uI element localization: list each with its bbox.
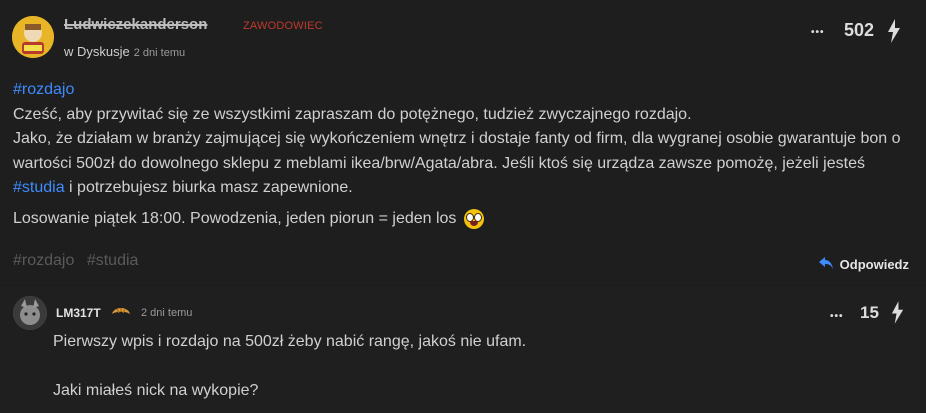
post-tags: #rozdajo #studia [13,252,146,270]
comment-username[interactable]: LM317T [56,306,101,320]
post-time: 2 dni temu [133,47,186,59]
post-paragraph-1: Cześć, aby przywitać się ze wszystkimi z… [13,105,692,123]
comment-item: LM317T 2 dni temu ••• 15 Pierwszy wpis i… [0,286,926,413]
entry-post: Ludwiczekanderson ZAWODOWIEC w Dyskusje 2… [0,0,926,285]
ellipsis-icon: ••• [811,27,825,38]
footer-tag-rozdajo[interactable]: #rozdajo [13,252,74,269]
post-username[interactable]: Ludwiczekanderson [64,16,207,33]
comment-avatar-image [13,296,47,330]
user-rank: ZAWODOWIEC [243,20,323,32]
post-vote-count: 502 [844,20,875,40]
user-avatar[interactable] [12,16,54,58]
lightning-icon[interactable] [890,301,905,324]
comment-line-1: Pierwszy wpis i rozdajo na 500zł żeby na… [53,333,527,350]
hashtag-link[interactable]: #rozdajo [13,81,74,98]
post-paragraph-2: Jako, że działam w branży zajmującej się… [13,127,913,201]
comment-more-button[interactable]: ••• [830,306,844,324]
reply-label: Odpowiedz [839,256,909,272]
post-paragraph-3: Losowanie piątek 18:00. Powodzenia, jede… [13,207,913,232]
post-meta: w Dyskusje 2 dni temu [64,44,185,59]
post-category[interactable]: w Dyskusje [64,44,130,59]
post-paragraph-2-text: Jako, że działam w branży zajmującej się… [13,130,901,172]
ellipsis-icon: ••• [830,311,844,322]
reply-button[interactable]: Odpowiedz [818,256,909,272]
post-body: #rozdajo Cześć, aby przywitać się ze wsz… [13,78,913,231]
lottery-text: Losowanie piątek 18:00. Powodzenia, jede… [13,209,457,227]
comment-body: Pierwszy wpis i rozdajo na 500zł żeby na… [53,330,526,404]
croissant-icon [112,308,130,314]
grinning-face-emoji-icon [464,208,485,229]
reply-arrow-icon [818,256,833,272]
comment-line-2: Jaki miałeś nick na wykopie? [53,382,259,399]
footer-tag-studia[interactable]: #studia [87,252,139,269]
avatar-image [12,16,54,58]
comment-vote-count: 15 [860,303,879,322]
lightning-icon[interactable] [886,19,902,43]
comment-user-avatar[interactable] [13,296,47,330]
post-paragraph-2-tail: i potrzebujesz biurka masz zapewnione. [64,179,353,196]
comment-time: 2 dni temu [141,307,193,319]
post-more-button[interactable]: ••• [811,22,825,40]
hashtag-link[interactable]: #studia [13,179,65,196]
